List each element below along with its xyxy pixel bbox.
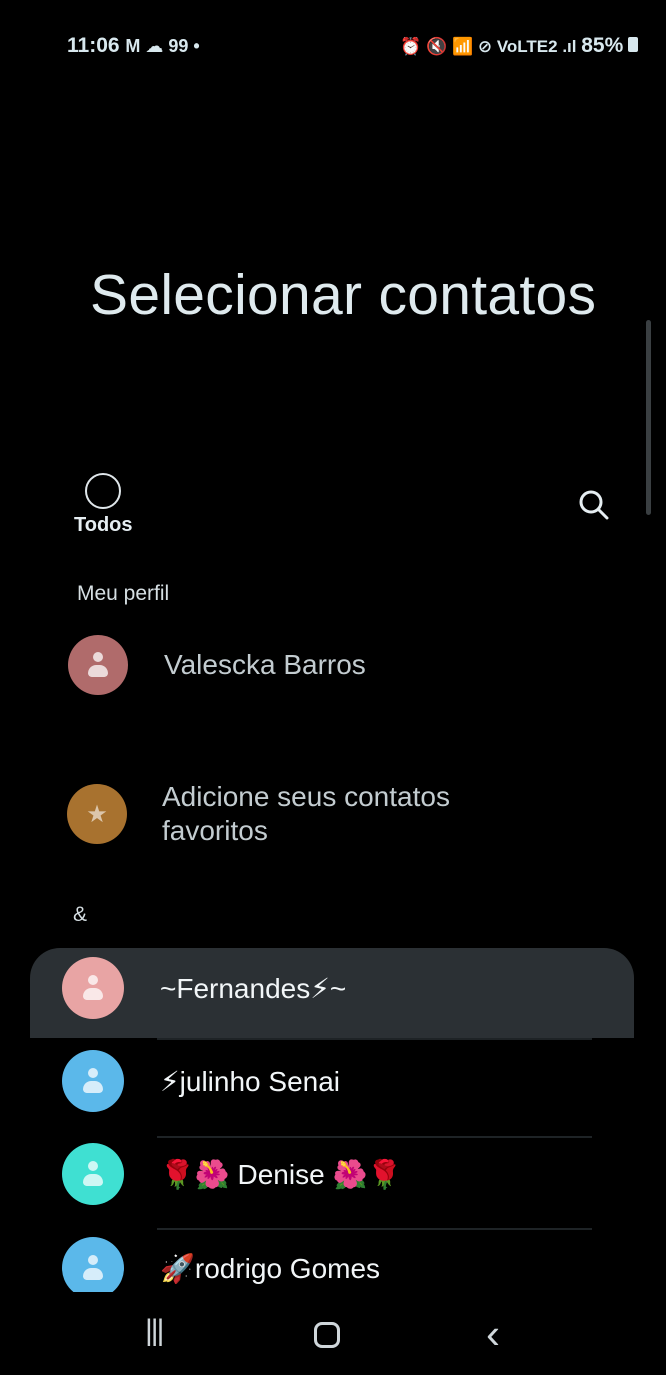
person-icon (82, 1161, 104, 1187)
divider (157, 1136, 592, 1138)
divider (157, 1228, 592, 1230)
contact-row[interactable]: 🚀rodrigo Gomes (62, 1237, 380, 1299)
avatar (62, 1237, 124, 1299)
profile-row[interactable]: Valescka Barros (68, 635, 366, 695)
contact-name: 🌹🌺 Denise 🌺🌹 (160, 1158, 403, 1190)
divider (157, 1038, 592, 1040)
system-icons: ⏰ 🔇 📶 ⊘ VoLTE2 .ıl (400, 37, 577, 56)
page-title: Selecionar contatos (90, 263, 597, 327)
avatar (62, 1050, 124, 1112)
select-all-checkbox[interactable] (85, 473, 121, 509)
search-button[interactable] (577, 488, 611, 527)
battery-level: 85% (581, 34, 624, 57)
profile-name: Valescka Barros (164, 649, 366, 680)
notification-icons: M ☁ 99 • (125, 36, 200, 56)
clock: 11:06 (67, 34, 120, 57)
avatar (62, 957, 124, 1019)
recents-button[interactable]: ||| (145, 1314, 164, 1348)
avatar (62, 1143, 124, 1205)
scrollbar[interactable] (646, 320, 651, 515)
select-all-label[interactable]: Todos (74, 514, 133, 537)
person-icon (87, 652, 109, 678)
section-header-symbol: & (73, 903, 88, 926)
navigation-bar: ||| ‹ (0, 1292, 666, 1375)
favorites-text-line2: favoritos (162, 815, 268, 846)
favorites-text-line1: Adicione seus contatos (162, 781, 450, 812)
person-icon (82, 1068, 104, 1094)
person-icon (82, 975, 104, 1001)
person-icon (82, 1255, 104, 1281)
status-right: ⏰ 🔇 📶 ⊘ VoLTE2 .ıl 85% (400, 34, 638, 58)
back-button[interactable]: ‹ (486, 1310, 500, 1358)
contact-name: ⚡julinho Senai (160, 1065, 341, 1097)
star-icon: ★ (86, 800, 108, 828)
home-button[interactable] (314, 1322, 340, 1348)
status-left: 11:06 M ☁ 99 • (67, 34, 200, 58)
contact-name: ~Fernandes⚡~ (160, 972, 347, 1004)
favorites-avatar: ★ (67, 784, 127, 844)
contact-row[interactable]: 🌹🌺 Denise 🌺🌹 (62, 1143, 402, 1205)
contact-row[interactable]: ⚡julinho Senai (62, 1050, 340, 1112)
contact-name: 🚀rodrigo Gomes (160, 1252, 381, 1284)
add-favorites-row[interactable]: ★ Adicione seus contatos favoritos (67, 780, 450, 848)
search-icon (579, 490, 609, 520)
battery-icon (628, 37, 638, 52)
contact-row[interactable]: ~Fernandes⚡~ (62, 957, 346, 1019)
section-my-profile: Meu perfil (77, 582, 170, 605)
avatar (68, 635, 128, 695)
